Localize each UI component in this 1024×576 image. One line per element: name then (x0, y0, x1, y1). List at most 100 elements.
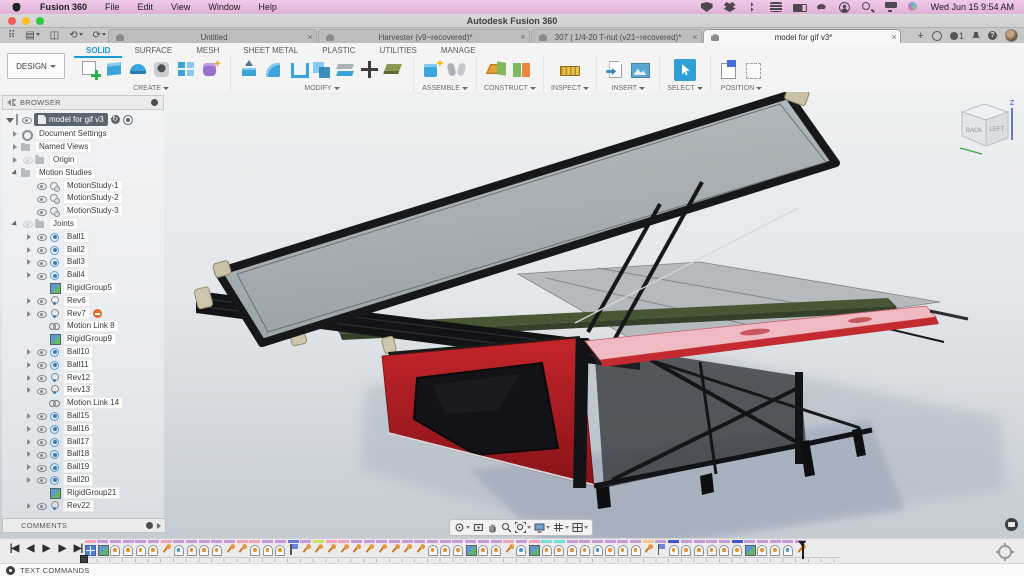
expand-icon[interactable] (26, 412, 35, 419)
redo-icon[interactable]: ⟳ (89, 28, 110, 43)
expand-root-icon[interactable] (6, 118, 14, 123)
browser-item-label[interactable]: Ball2 (63, 243, 89, 256)
visibility-eye-icon[interactable] (37, 411, 47, 421)
timeline-feature-ball-47[interactable] (668, 540, 681, 556)
menu-item-app[interactable]: Fusion 360 (31, 2, 96, 12)
timeline-feature-ball-51[interactable] (718, 540, 731, 556)
apple-menu-icon[interactable] (12, 2, 21, 12)
browser-item-label[interactable]: Ball16 (63, 422, 94, 435)
visibility-eye-icon[interactable] (37, 501, 47, 510)
plane2-tool-icon[interactable] (511, 59, 533, 81)
browser-item-label[interactable]: Ball4 (63, 269, 89, 282)
account-icon[interactable] (838, 2, 851, 13)
timeline-feature-rev-56[interactable] (782, 540, 795, 556)
activate-component-icon[interactable] (122, 114, 133, 125)
browser-item-label[interactable]: Ball11 (63, 358, 93, 371)
combine-tool-icon[interactable] (311, 59, 333, 81)
timeline-feature-pin-13[interactable] (236, 540, 249, 555)
menu-item-file[interactable]: File (96, 2, 129, 12)
timeline-feature-flag-46[interactable] (655, 540, 668, 555)
browser-item-label[interactable]: RigidGroup21 (63, 486, 121, 499)
orbit-icon[interactable] (454, 522, 470, 533)
browser-row-ball1[interactable]: Ball1 (2, 230, 164, 243)
revolve-tool-icon[interactable] (128, 59, 150, 81)
fillet-tool-icon[interactable] (263, 59, 285, 81)
timeline-feature-rev-35[interactable] (515, 540, 528, 556)
expand-icon[interactable] (12, 144, 21, 151)
browser-row-ball20[interactable]: Ball20 (2, 473, 164, 487)
menu-item-edit[interactable]: Edit (129, 2, 163, 12)
timeline-feature-rev-41[interactable] (591, 540, 605, 556)
expand-icon[interactable] (26, 361, 35, 368)
search-icon[interactable] (861, 2, 874, 12)
expand-icon[interactable] (26, 246, 35, 253)
display-settings-icon[interactable] (534, 522, 550, 533)
browser-row-ball3[interactable]: Ball3 (2, 256, 164, 269)
expand-icon[interactable] (26, 374, 35, 381)
browser-row-ball16[interactable]: Ball16 (2, 422, 164, 435)
document-tab-2[interactable]: Harvester (v9~recovered)* × (318, 29, 530, 44)
ribbon-group-label[interactable]: SELECT (667, 85, 703, 92)
browser-item-label[interactable]: Motion Studies (35, 166, 96, 179)
timeline-feature-pin-34[interactable] (503, 540, 516, 555)
select-tool-icon[interactable] (673, 59, 696, 81)
timeline-feature-ball-11[interactable] (211, 540, 224, 556)
expand-icon[interactable] (11, 169, 21, 177)
comments-expand-icon[interactable] (157, 522, 161, 529)
visibility-eye-icon[interactable] (37, 207, 47, 216)
text-commands-label[interactable]: TEXT COMMANDS (20, 566, 90, 575)
timeline-playhead[interactable] (798, 541, 806, 559)
visibility-eye-icon[interactable] (37, 296, 47, 306)
timeline-feature-ball-43[interactable] (617, 540, 630, 556)
visibility-eye-icon[interactable] (37, 347, 47, 357)
timeline-feature-pin-21[interactable] (338, 540, 351, 555)
browser-row-rev22[interactable]: Rev22 (2, 499, 164, 512)
new-tab-button[interactable]: + (918, 30, 924, 42)
browser-row-ball11[interactable]: Ball11 (2, 358, 164, 371)
browser-item-label[interactable]: RigidGroup9 (63, 333, 116, 346)
timeline-feature-rigid-36[interactable] (528, 540, 541, 556)
browser-panel-header[interactable]: BROWSER (2, 95, 164, 110)
timeline-step-forward-button[interactable]: ▶ (56, 542, 68, 555)
shield-icon[interactable] (700, 2, 713, 12)
sync-status-icon[interactable] (931, 30, 942, 41)
browser-item-label[interactable]: Named Views (35, 141, 93, 154)
browser-row-rigidgroup5[interactable]: RigidGroup5 (2, 281, 164, 295)
view-cube[interactable]: BACK LEFT Z (954, 98, 1018, 158)
document-tab-3[interactable]: 307 | 1/4-20 T-nut (v21~recovered)* × (531, 29, 702, 44)
zoom-icon[interactable] (501, 522, 512, 533)
browser-row-ball2[interactable]: Ball2 (2, 243, 164, 256)
expand-icon[interactable] (26, 425, 35, 432)
browser-item-label[interactable]: Ball3 (63, 256, 89, 269)
collapse-panel-icon[interactable] (7, 99, 17, 106)
browser-row-named-views[interactable]: Named Views (2, 141, 164, 154)
timeline-feature-ball-14[interactable] (249, 540, 262, 556)
menu-item-help[interactable]: Help (249, 2, 286, 12)
timeline-feature-ball-38[interactable] (553, 540, 566, 556)
presspull-tool-icon[interactable] (239, 59, 261, 81)
browser-item-label[interactable]: Motion Link 14 (63, 397, 124, 410)
timeline-settings-gear-icon[interactable] (996, 543, 1014, 561)
visibility-eye-icon[interactable] (23, 219, 33, 229)
timeline-feature-ball-50[interactable] (706, 540, 719, 556)
visibility-eye-icon[interactable] (37, 424, 47, 434)
browser-row-ball15[interactable]: Ball15 (2, 409, 164, 423)
browser-row-rev6[interactable]: Rev6 (2, 294, 164, 307)
ribbon-group-label[interactable]: INSERT (612, 85, 646, 92)
viewports-icon[interactable] (572, 522, 588, 533)
visibility-eye-icon[interactable] (37, 373, 47, 383)
ribbon-group-label[interactable]: POSITION (721, 85, 763, 92)
visibility-eye-icon[interactable] (37, 194, 47, 203)
timeline-feature-ball-49[interactable] (693, 540, 706, 556)
ribbon-group-label[interactable]: INSPECT (551, 85, 590, 92)
browser-item-label[interactable]: MotionStudy-3 (63, 205, 123, 218)
browser-item-label[interactable]: Ball1 (63, 230, 89, 243)
wifi-icon[interactable] (815, 2, 828, 12)
workspace-selector[interactable]: DESIGN (7, 53, 65, 79)
timeline-feature-ball-44[interactable] (630, 540, 643, 556)
visibility-eye-icon[interactable] (23, 155, 33, 165)
timeline-feature-ball-52[interactable] (731, 540, 744, 556)
capture-image-icon[interactable] (1005, 518, 1018, 531)
visibility-eye-icon[interactable] (37, 309, 47, 319)
browser-row-ball10[interactable]: Ball10 (2, 345, 164, 359)
